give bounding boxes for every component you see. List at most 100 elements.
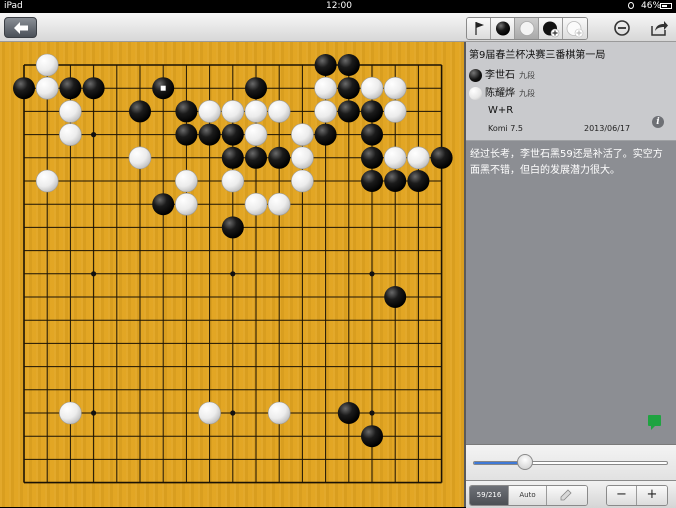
share-icon[interactable] bbox=[649, 18, 669, 38]
star-point bbox=[230, 410, 236, 416]
black-stone[interactable] bbox=[384, 286, 407, 308]
black-stone[interactable] bbox=[361, 146, 383, 169]
black-stone[interactable] bbox=[129, 100, 151, 123]
white-stone[interactable] bbox=[267, 100, 291, 123]
black-stone[interactable] bbox=[221, 123, 244, 146]
white-stone[interactable] bbox=[383, 100, 407, 123]
white-stone[interactable] bbox=[198, 100, 221, 123]
go-board[interactable] bbox=[0, 42, 464, 507]
previous-move-button[interactable]: − bbox=[607, 486, 637, 505]
white-stone[interactable] bbox=[175, 169, 198, 193]
remove-icon[interactable] bbox=[612, 18, 632, 38]
white-stone[interactable] bbox=[291, 146, 314, 170]
white-player-name: 陈耀烨 bbox=[485, 88, 515, 99]
white-player: 陈耀烨 九段 bbox=[469, 84, 535, 100]
black-stone[interactable] bbox=[268, 146, 291, 169]
black-stone[interactable] bbox=[221, 146, 244, 169]
black-stone[interactable] bbox=[337, 77, 360, 100]
black-stone[interactable] bbox=[337, 100, 360, 123]
black-stone[interactable] bbox=[82, 77, 105, 100]
status-bar: iPad 12:00 46% bbox=[0, 0, 676, 13]
white-stone[interactable] bbox=[59, 100, 82, 123]
board-grid[interactable] bbox=[0, 42, 464, 507]
black-stone[interactable] bbox=[337, 54, 360, 76]
device-label: iPad bbox=[4, 1, 23, 11]
battery-icon bbox=[660, 3, 672, 9]
white-stone[interactable] bbox=[128, 146, 152, 170]
chat-bubble-icon[interactable] bbox=[648, 415, 661, 430]
black-stone[interactable] bbox=[59, 77, 82, 100]
komi: Komi 7.5 bbox=[488, 124, 524, 133]
black-stone[interactable] bbox=[152, 193, 175, 216]
star-point bbox=[91, 132, 97, 138]
white-stone[interactable] bbox=[383, 76, 407, 100]
white-stone[interactable] bbox=[267, 401, 291, 425]
black-stone[interactable] bbox=[13, 77, 35, 100]
flag-icon bbox=[467, 22, 491, 39]
auto-play-button[interactable]: Auto bbox=[509, 486, 547, 505]
add-white-stone-icon bbox=[563, 21, 587, 39]
white-stone[interactable] bbox=[35, 169, 59, 193]
flag-tool-button[interactable] bbox=[467, 18, 491, 39]
move-slider[interactable] bbox=[473, 461, 668, 465]
comment-area: 经过长考，李世石黑59还是补活了。实空方面黑不错，但白的发展潜力很大。 bbox=[466, 141, 676, 444]
black-stone-icon bbox=[491, 21, 515, 39]
white-stone[interactable] bbox=[383, 146, 407, 170]
white-stone[interactable] bbox=[35, 53, 59, 77]
white-stone[interactable] bbox=[175, 192, 198, 216]
star-point bbox=[230, 271, 236, 277]
star-point bbox=[91, 410, 97, 416]
next-move-button[interactable]: + bbox=[637, 486, 667, 505]
white-stone[interactable] bbox=[35, 76, 59, 100]
white-stone[interactable] bbox=[244, 100, 268, 123]
white-stone[interactable] bbox=[314, 76, 337, 100]
black-stone[interactable] bbox=[407, 170, 430, 192]
white-stone[interactable] bbox=[407, 146, 430, 170]
white-stone[interactable] bbox=[244, 192, 268, 216]
black-player: 李世石 九段 bbox=[469, 66, 535, 82]
move-slider-knob[interactable] bbox=[517, 454, 533, 470]
white-stone[interactable] bbox=[59, 401, 82, 425]
move-slider-area bbox=[466, 444, 676, 481]
black-stone[interactable] bbox=[384, 170, 407, 192]
add-white-stone-tool-button[interactable] bbox=[563, 18, 587, 39]
star-point bbox=[91, 271, 97, 277]
black-stone[interactable] bbox=[175, 123, 198, 146]
last-move-marker bbox=[160, 85, 166, 91]
star-point bbox=[369, 271, 375, 277]
move-counter[interactable]: 59/216 bbox=[470, 486, 509, 505]
white-stone[interactable] bbox=[198, 401, 221, 425]
black-stone[interactable] bbox=[361, 100, 383, 123]
back-button[interactable] bbox=[4, 17, 37, 38]
edit-comment-button[interactable] bbox=[547, 486, 587, 505]
black-stone[interactable] bbox=[245, 77, 267, 100]
black-stone-tool-button[interactable] bbox=[491, 18, 515, 39]
black-stone[interactable] bbox=[175, 100, 198, 123]
add-black-stone-tool-button[interactable] bbox=[539, 18, 563, 39]
black-stone[interactable] bbox=[245, 146, 267, 169]
black-stone[interactable] bbox=[361, 425, 383, 448]
navigation-bar: 59/216 Auto − + bbox=[466, 480, 676, 508]
white-stone[interactable] bbox=[291, 123, 314, 146]
black-stone[interactable] bbox=[361, 170, 383, 192]
white-stone[interactable] bbox=[221, 100, 245, 123]
black-stone[interactable] bbox=[221, 216, 244, 239]
move-comment: 经过长考，李世石黑59还是补活了。实空方面黑不错，但白的发展潜力很大。 bbox=[470, 149, 663, 176]
white-stone[interactable] bbox=[244, 123, 268, 146]
black-stone[interactable] bbox=[314, 54, 337, 76]
white-stone[interactable] bbox=[360, 76, 384, 100]
info-icon[interactable]: i bbox=[652, 116, 664, 128]
white-stone[interactable] bbox=[291, 169, 314, 193]
white-stone[interactable] bbox=[314, 100, 337, 123]
white-stone-tool-button[interactable] bbox=[515, 18, 539, 39]
game-title: 第9届春兰杯决赛三番棋第一局 bbox=[469, 50, 606, 61]
white-stone[interactable] bbox=[267, 192, 291, 216]
rotation-lock-icon bbox=[628, 2, 634, 9]
black-stone[interactable] bbox=[337, 402, 360, 424]
white-stone[interactable] bbox=[221, 169, 245, 193]
black-stone[interactable] bbox=[314, 123, 337, 146]
black-stone[interactable] bbox=[430, 146, 453, 169]
black-stone[interactable] bbox=[198, 123, 221, 146]
white-stone[interactable] bbox=[59, 123, 82, 146]
black-stone[interactable] bbox=[361, 123, 383, 146]
